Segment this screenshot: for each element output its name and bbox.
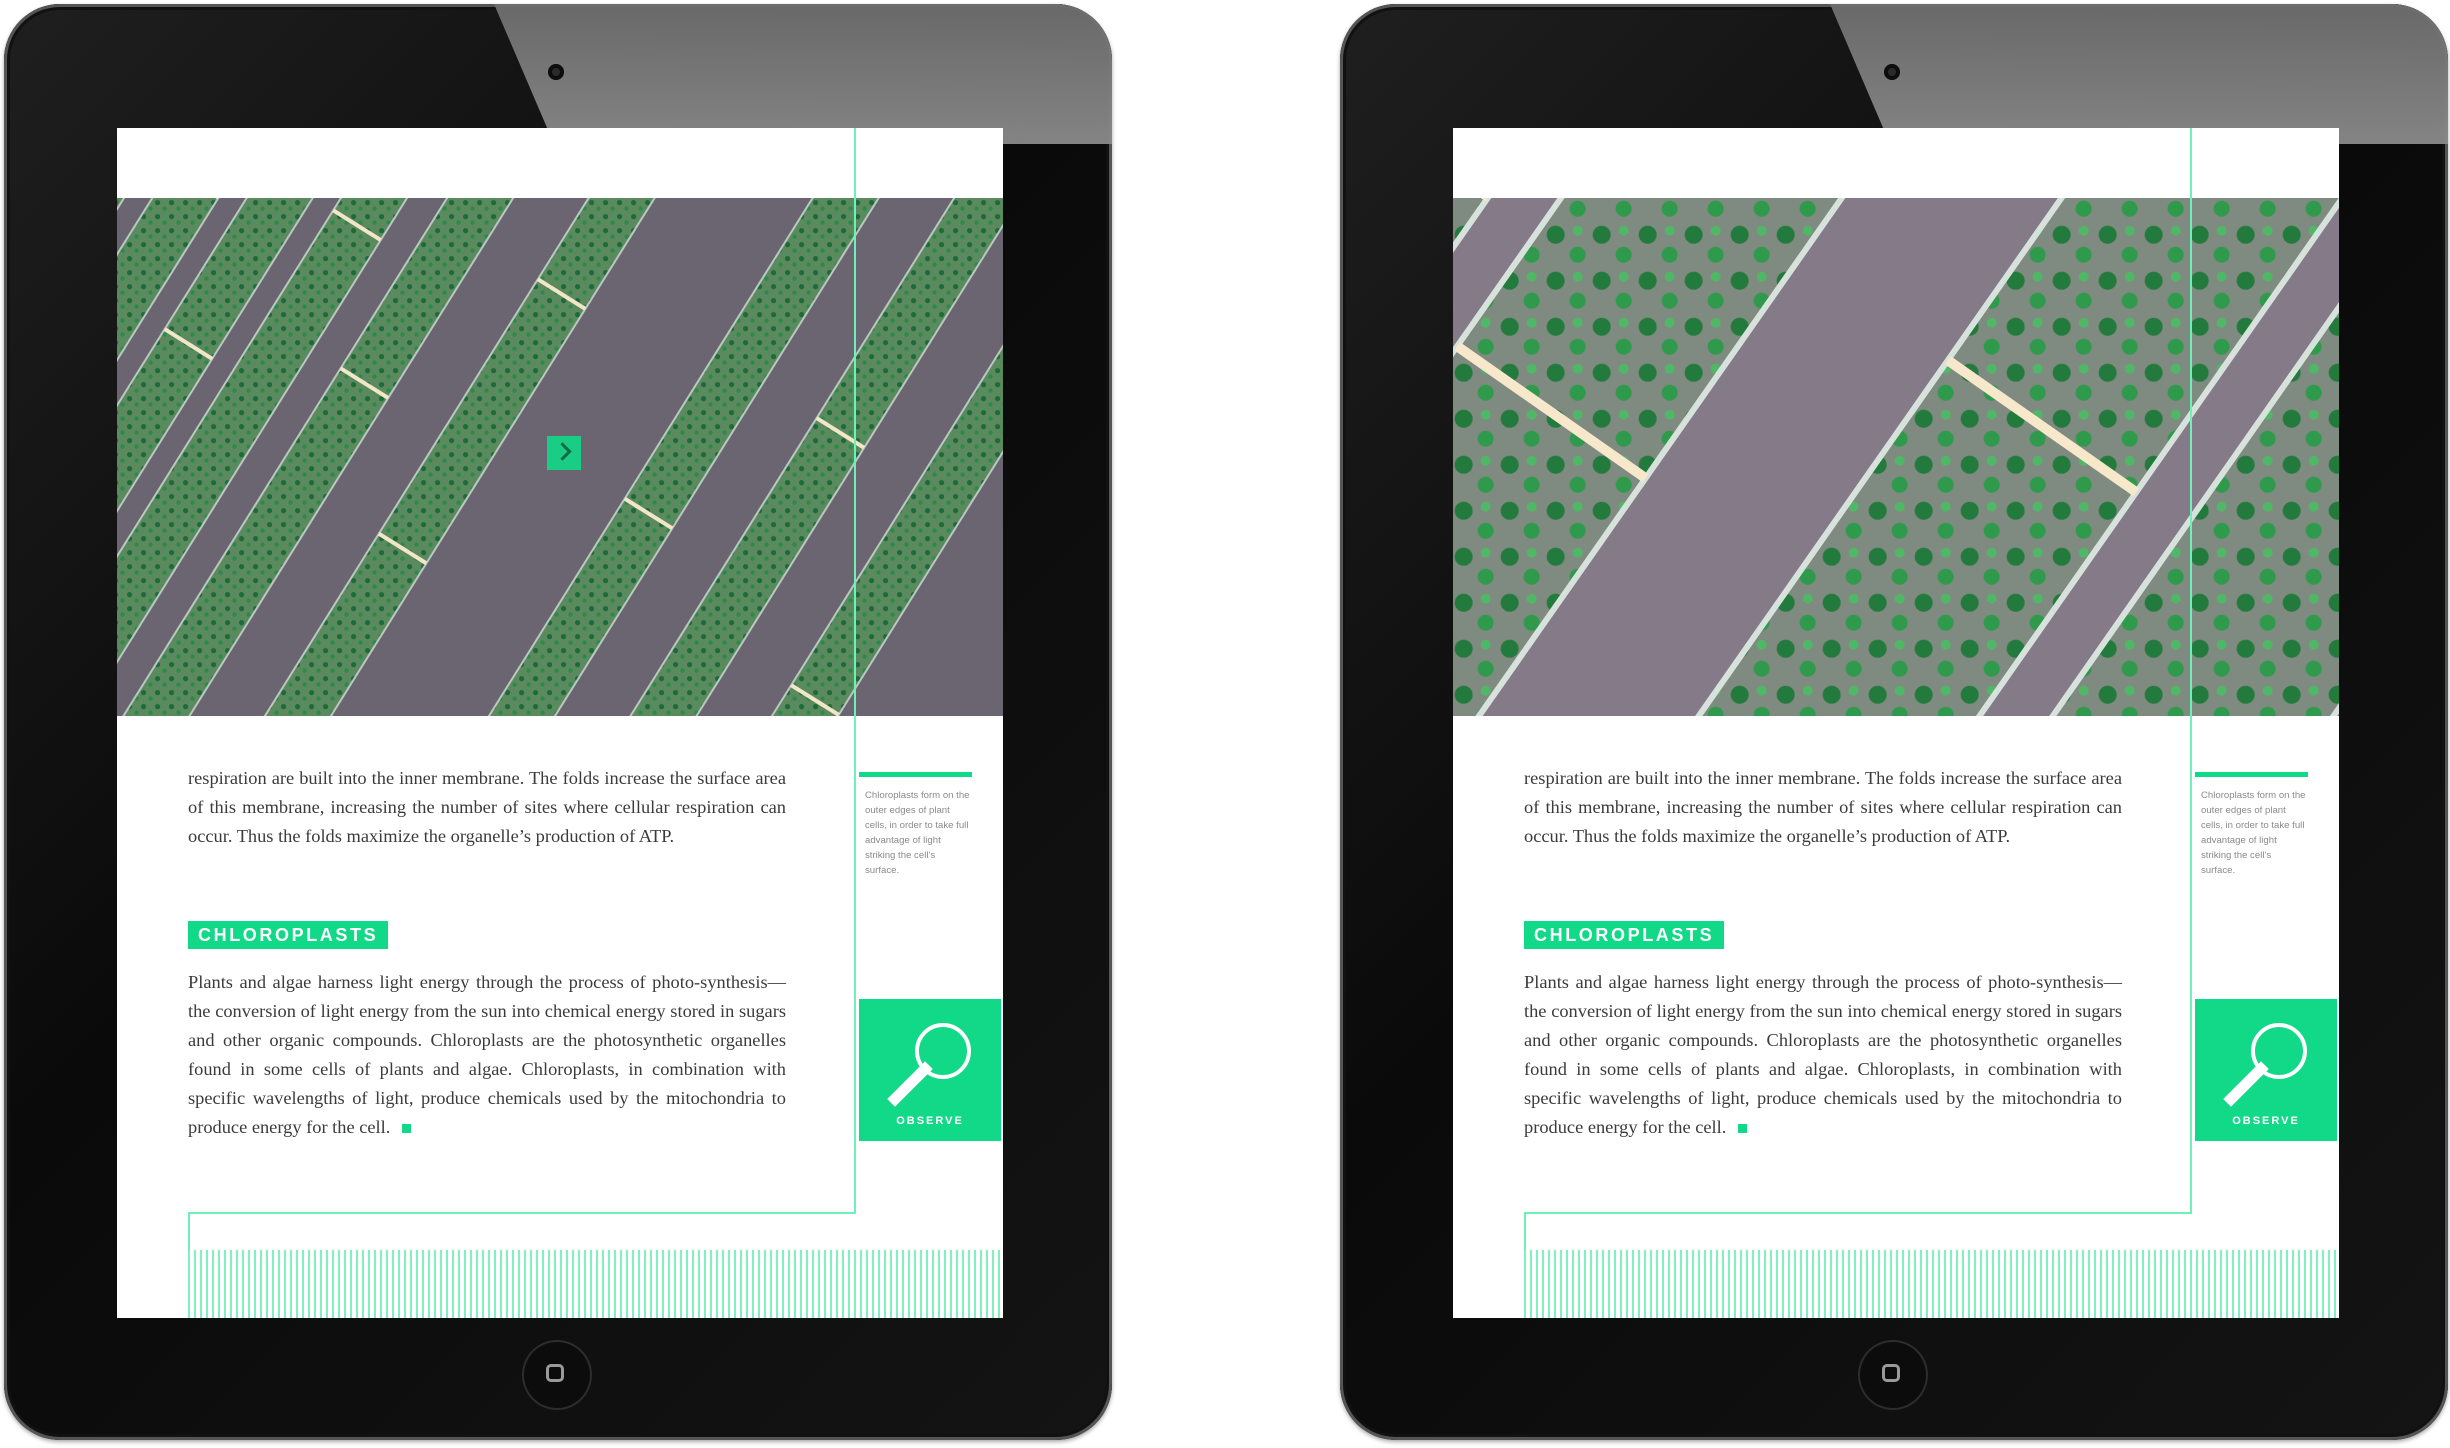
sidebar-accent-bar	[859, 772, 972, 777]
camera-icon	[548, 64, 564, 80]
ebook-page-left[interactable]: respiration are built into the inner mem…	[117, 128, 1003, 1318]
bezel-glare	[494, 4, 1112, 144]
home-square-icon	[546, 1364, 564, 1382]
margin-rule-vertical	[2190, 128, 2192, 1214]
sidebar-note: Chloroplasts form on the outer edges of …	[2201, 790, 2306, 876]
margin-rule-horizontal	[1524, 1212, 2192, 1214]
margin-rule-horizontal	[188, 1212, 856, 1214]
home-button-icon[interactable]	[522, 1340, 592, 1410]
home-button-icon[interactable]	[1858, 1340, 1928, 1410]
magnifier-icon	[887, 1023, 971, 1107]
sidebar-note: Chloroplasts form on the outer edges of …	[865, 790, 970, 876]
algae-micrograph[interactable]	[117, 198, 1003, 716]
ipad-device-right: respiration are built into the inner mem…	[1340, 4, 2448, 1440]
margin-rule-vertical	[854, 128, 856, 1214]
magnifier-icon	[2223, 1023, 2307, 1107]
paragraph-text: Plants and algae harness light energy th…	[1524, 972, 2122, 1137]
section-heading-chloroplasts: CHLOROPLASTS	[1524, 921, 1725, 949]
paragraph-text: Plants and algae harness light energy th…	[188, 972, 786, 1137]
end-of-section-mark	[1738, 1124, 1748, 1134]
section-heading-chloroplasts: CHLOROPLASTS	[188, 921, 389, 949]
zoom-region-marker[interactable]	[547, 436, 581, 470]
body-paragraph-chloroplasts: Plants and algae harness light energy th…	[1524, 968, 2122, 1142]
ipad-device-left: respiration are built into the inner mem…	[4, 4, 1112, 1440]
bezel-glare	[1830, 4, 2448, 144]
footer-stripe-band	[188, 1250, 1003, 1318]
observe-label: OBSERVE	[896, 1115, 964, 1127]
observe-button[interactable]: OBSERVE	[2195, 999, 2337, 1141]
algae-micrograph-zoomed[interactable]	[1453, 198, 2339, 716]
body-paragraph-respiration: respiration are built into the inner mem…	[188, 768, 786, 846]
observe-button[interactable]: OBSERVE	[859, 999, 1001, 1141]
ebook-page-right[interactable]: respiration are built into the inner mem…	[1453, 128, 2339, 1318]
algae-zoomed-image	[1453, 198, 2339, 716]
body-paragraph-respiration: respiration are built into the inner mem…	[1524, 768, 2122, 846]
end-of-section-mark	[402, 1124, 412, 1134]
observe-label: OBSERVE	[2232, 1115, 2300, 1127]
camera-icon	[1884, 64, 1900, 80]
home-square-icon	[1882, 1364, 1900, 1382]
body-paragraph-chloroplasts: Plants and algae harness light energy th…	[188, 968, 786, 1142]
footer-stripe-band	[1524, 1250, 2339, 1318]
sidebar-accent-bar	[2195, 772, 2308, 777]
